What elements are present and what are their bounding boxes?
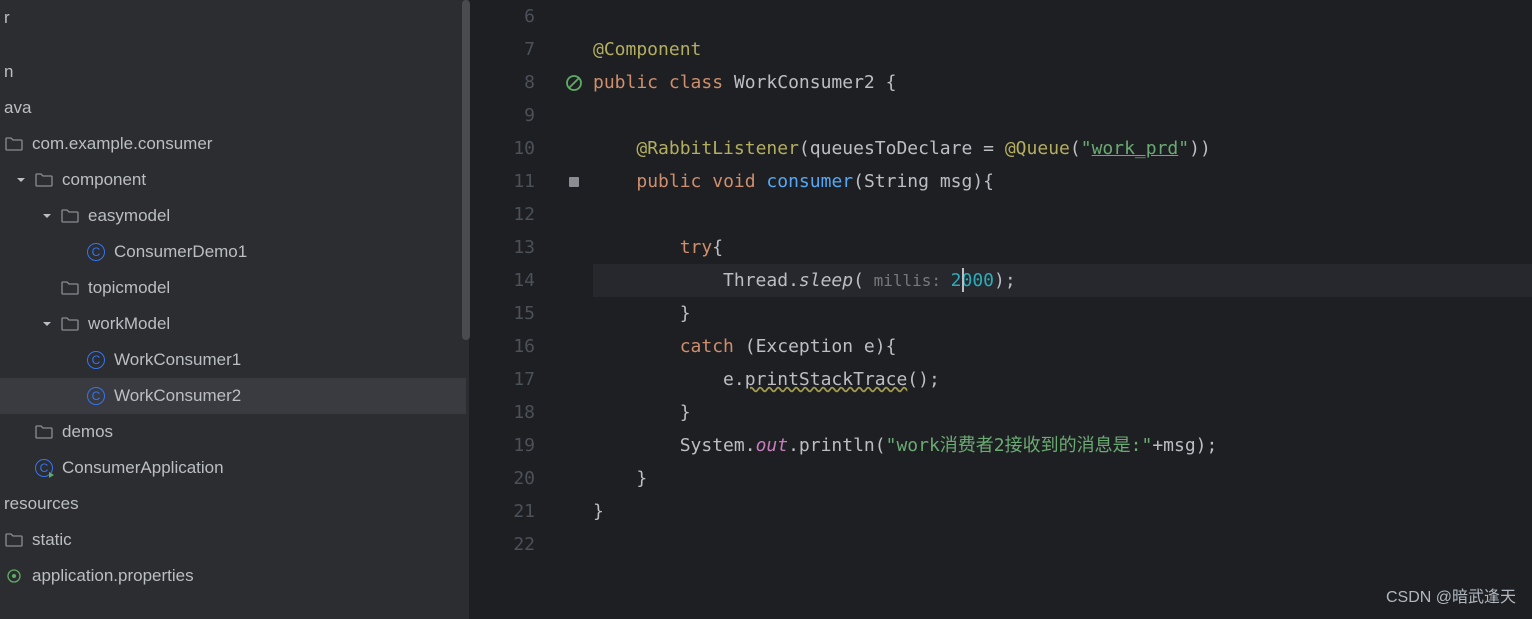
line-number: 22 (470, 528, 535, 561)
class-icon: C (86, 242, 106, 262)
line-number: 15 (470, 297, 535, 330)
tree-item-com-example-consumer[interactable]: com.example.consumer (0, 126, 466, 162)
code-line[interactable]: } (593, 396, 1532, 429)
code-line[interactable]: } (593, 297, 1532, 330)
line-number: 13 (470, 231, 535, 264)
folder-icon (34, 170, 54, 190)
folder-icon (4, 530, 24, 550)
code-line[interactable]: catch (Exception e){ (593, 330, 1532, 363)
line-number: 14 (470, 264, 535, 297)
tree-item-consumerapplication[interactable]: C ConsumerApplication (0, 450, 466, 486)
properties-file-icon (4, 566, 24, 586)
code-line[interactable]: Thread.sleep( millis: 2000); (593, 264, 1532, 297)
gutter: 678910111213141516171819202122 (470, 0, 555, 619)
tree-item-demos[interactable]: demos (0, 414, 466, 450)
class-icon: C (86, 350, 106, 370)
code-line[interactable]: e.printStackTrace(); (593, 363, 1532, 396)
code-line[interactable]: } (593, 495, 1532, 528)
tree-item-resources[interactable]: resources (0, 486, 466, 522)
tree-item-label: r (4, 8, 10, 28)
tree-item-label: ConsumerDemo1 (114, 242, 247, 262)
tree-item-label: component (62, 170, 146, 190)
no-entry-icon (555, 66, 593, 99)
line-number: 6 (470, 0, 535, 33)
class-icon: C (86, 386, 106, 406)
tree-item-consumerdemo1[interactable]: C ConsumerDemo1 (0, 234, 466, 270)
code-line[interactable] (593, 99, 1532, 132)
folder-icon (60, 314, 80, 334)
code-line[interactable] (593, 198, 1532, 231)
tree-item-label: demos (62, 422, 113, 442)
code-line[interactable]: public class WorkConsumer2 { (593, 66, 1532, 99)
watermark: CSDN @暗武逢天 (1386, 583, 1516, 607)
tree-item-static[interactable]: static (0, 522, 466, 558)
code-line[interactable]: public void consumer(String msg){ (593, 165, 1532, 198)
tree-item-application-properties[interactable]: application.properties (0, 558, 466, 594)
sidebar-scrollbar[interactable] (462, 0, 470, 340)
tree-item-workconsumer2[interactable]: C WorkConsumer2 (0, 378, 466, 414)
folder-icon (4, 134, 24, 154)
tree-item-n[interactable]: n (0, 54, 466, 90)
folder-icon (60, 206, 80, 226)
tree-item-label: WorkConsumer2 (114, 386, 241, 406)
tree-item-r[interactable]: r (0, 0, 466, 36)
tree-item-label: n (4, 62, 13, 82)
tree-item-label: com.example.consumer (32, 134, 212, 154)
code-line[interactable]: @RabbitListener(queuesToDeclare = @Queue… (593, 132, 1532, 165)
line-number: 9 (470, 99, 535, 132)
tree-item-label: topicmodel (88, 278, 170, 298)
tree-item-easymodel[interactable]: easymodel (0, 198, 466, 234)
code-line[interactable]: try{ (593, 231, 1532, 264)
line-number: 18 (470, 396, 535, 429)
code-editor[interactable]: 678910111213141516171819202122 @Componen… (470, 0, 1532, 619)
class-icon: C (34, 458, 54, 478)
line-number: 17 (470, 363, 535, 396)
code-line[interactable]: System.out.println("work消费者2接收到的消息是:"+ms… (593, 429, 1532, 462)
implements-icon (555, 165, 593, 198)
line-number: 19 (470, 429, 535, 462)
tree-item-label: ava (4, 98, 31, 118)
code-line[interactable]: @Component (593, 33, 1532, 66)
line-number: 8 (470, 66, 535, 99)
chevron-down-icon[interactable] (38, 207, 56, 225)
chevron-down-icon[interactable] (38, 315, 56, 333)
line-number: 20 (470, 462, 535, 495)
tree-item-workmodel[interactable]: workModel (0, 306, 466, 342)
tree-item-label: easymodel (88, 206, 170, 226)
tree-item-label: WorkConsumer1 (114, 350, 241, 370)
line-number: 12 (470, 198, 535, 231)
tree-item-workconsumer1[interactable]: C WorkConsumer1 (0, 342, 466, 378)
folder-icon (60, 278, 80, 298)
project-tree[interactable]: r n avacom.example.consumer component easymo… (0, 0, 470, 619)
line-number: 21 (470, 495, 535, 528)
tree-item-label: static (32, 530, 72, 550)
tree-item-label: ConsumerApplication (62, 458, 224, 478)
code-line[interactable] (593, 528, 1532, 561)
code-line[interactable]: } (593, 462, 1532, 495)
line-number: 10 (470, 132, 535, 165)
chevron-down-icon[interactable] (12, 171, 30, 189)
tree-item-label: workModel (88, 314, 170, 334)
tree-item-component[interactable]: component (0, 162, 466, 198)
line-number: 11 (470, 165, 535, 198)
code-area[interactable]: @Componentpublic class WorkConsumer2 { @… (593, 0, 1532, 619)
tree-item-label: resources (4, 494, 79, 514)
tree-item-label: application.properties (32, 566, 194, 586)
gutter-icons (555, 0, 593, 619)
code-line[interactable] (593, 0, 1532, 33)
line-number: 7 (470, 33, 535, 66)
line-number: 16 (470, 330, 535, 363)
tree-item-ava[interactable]: ava (0, 90, 466, 126)
tree-item-topicmodel[interactable]: topicmodel (0, 270, 466, 306)
folder-icon (34, 422, 54, 442)
tree-item-blank[interactable] (0, 36, 466, 54)
